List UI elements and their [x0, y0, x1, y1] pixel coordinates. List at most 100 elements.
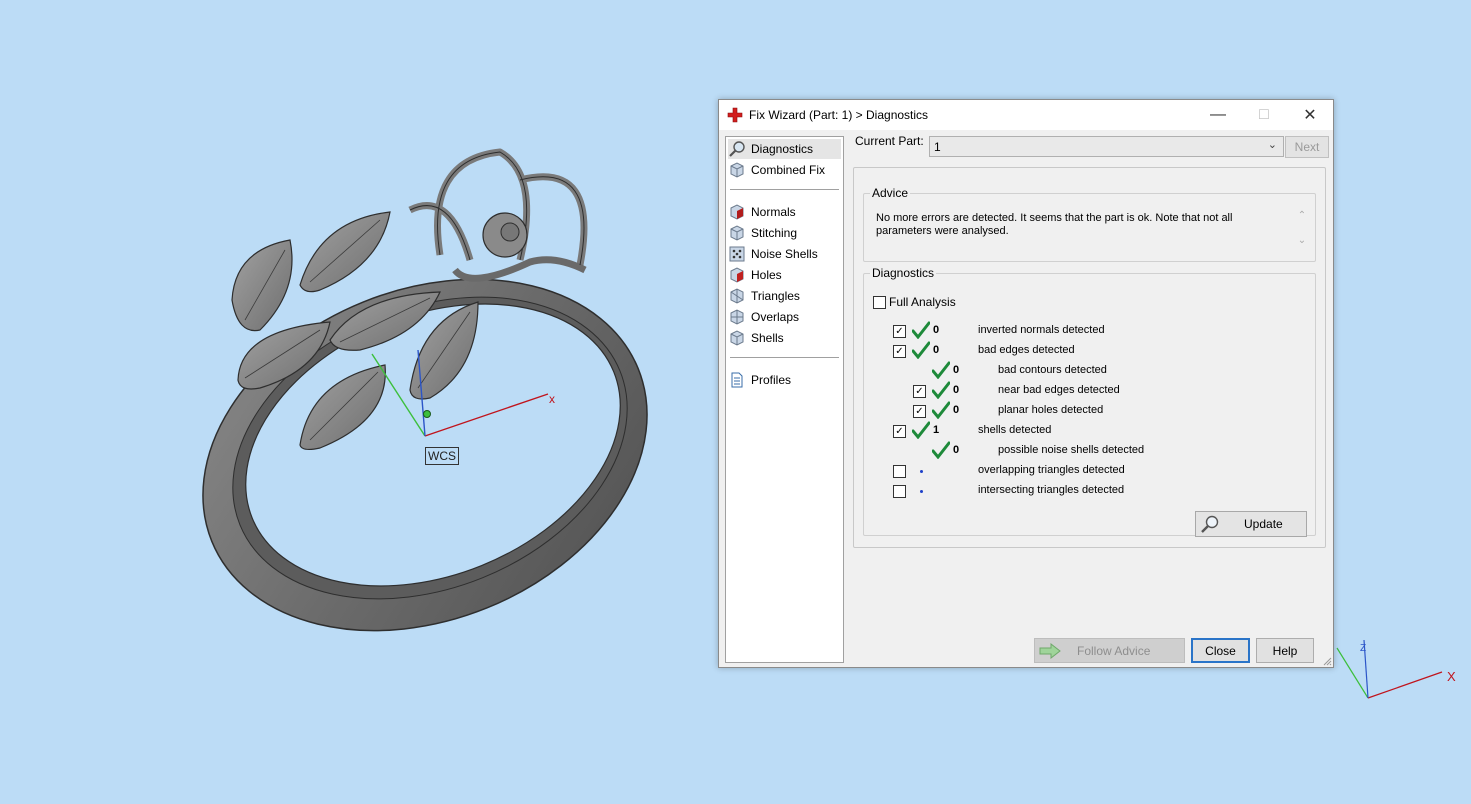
arrow-right-icon [1039, 642, 1061, 659]
triad-z-label: Z [1360, 643, 1366, 654]
advice-legend: Advice [872, 186, 909, 200]
magnifier-icon [729, 141, 745, 157]
help-button[interactable]: Help [1256, 638, 1314, 663]
nav-item-diagnostics[interactable]: Diagnostics [728, 139, 841, 159]
magnifier-icon [1201, 515, 1219, 533]
diagnostic-count: 0 [953, 404, 960, 416]
nav-item-label: Stitching [751, 226, 798, 240]
diagnostic-count: 0 [933, 324, 940, 336]
nav-item-stitching[interactable]: Stitching [728, 223, 801, 243]
nav-item-normals[interactable]: Normals [728, 202, 800, 222]
nav-item-shells[interactable]: Shells [728, 328, 788, 348]
full-analysis-label: Full Analysis [889, 295, 956, 309]
green-check-icon [912, 341, 930, 359]
triangles-cube-icon [730, 288, 744, 304]
advice-group: Advice No more errors are detected. It s… [863, 186, 1316, 262]
not-analysed-dot-icon [920, 490, 923, 493]
green-check-icon [932, 361, 950, 379]
nav-separator [730, 189, 839, 190]
triad-x-label: X [1447, 669, 1456, 684]
orientation-triad: X Z [1336, 639, 1456, 699]
diagnostic-label: shells detected [978, 424, 1052, 436]
update-label: Update [1244, 517, 1283, 531]
diagnostic-checkbox[interactable] [893, 465, 906, 478]
diagnostic-label: intersecting triangles detected [978, 484, 1125, 496]
not-analysed-dot-icon [920, 470, 923, 473]
diagnostics-group: Diagnostics Full Analysis ✓ 0 inverted nor… [863, 266, 1316, 537]
diagnostic-count: 0 [953, 364, 960, 376]
diagnostic-checkbox[interactable] [893, 485, 906, 498]
maximize-button[interactable]: □ [1241, 100, 1287, 130]
diagnostic-checkbox[interactable]: ✓ [913, 405, 926, 418]
current-part-label: Current Part: [855, 134, 924, 148]
nav-item-label: Profiles [751, 373, 792, 387]
wcs-x-label: x [549, 392, 555, 406]
nav-separator [730, 357, 839, 358]
holes-cube-icon [730, 267, 744, 283]
red-cross-icon [727, 107, 743, 123]
diagnostic-checkbox[interactable]: ✓ [893, 425, 906, 438]
nav-item-overlaps[interactable]: Overlaps [728, 307, 803, 327]
diagnostic-count: 1 [933, 424, 940, 436]
next-button[interactable]: Next [1285, 136, 1329, 158]
diagnostic-checkbox[interactable]: ✓ [893, 325, 906, 338]
wcs-label: WCS [425, 447, 459, 465]
nav-item-label: Triangles [751, 289, 800, 303]
wizard-nav: Diagnostics Combined Fix Normals Stitchi… [725, 136, 844, 663]
nav-item-holes[interactable]: Holes [728, 265, 786, 285]
fix-wizard-dialog: Fix Wizard (Part: 1) > Diagnostics — □ ✕… [718, 99, 1334, 668]
diagnostic-checkbox[interactable]: ✓ [893, 345, 906, 358]
resize-grip-icon[interactable] [1322, 656, 1332, 666]
nav-item-label: Normals [751, 205, 796, 219]
advice-scrollbar[interactable]: ⌃ ⌄ [1295, 210, 1309, 256]
green-check-icon [912, 321, 930, 339]
advice-text: No more errors are detected. It seems th… [876, 212, 1233, 237]
follow-advice-button[interactable]: Follow Advice [1034, 638, 1185, 663]
current-part-select[interactable]: 1 ⌄ [929, 136, 1284, 157]
scroll-down-icon[interactable]: ⌄ [1295, 235, 1309, 246]
minimize-button[interactable]: — [1195, 100, 1241, 130]
nav-item-label: Holes [751, 268, 782, 282]
update-button[interactable]: Update [1195, 511, 1307, 537]
nav-item-label: Noise Shells [751, 247, 818, 261]
nav-item-label: Diagnostics [751, 142, 814, 156]
nav-item-noise-shells[interactable]: Noise Shells [728, 244, 822, 264]
nav-item-label: Combined Fix [751, 163, 826, 177]
diagnostic-label: overlapping triangles detected [978, 464, 1125, 476]
diagnostic-label: bad edges detected [978, 344, 1075, 356]
diagnostic-label: inverted normals detected [978, 324, 1105, 336]
close-window-button[interactable]: ✕ [1287, 100, 1333, 130]
full-analysis-checkbox[interactable] [873, 296, 886, 309]
diagnostic-count: 0 [953, 384, 960, 396]
shells-cube-icon [730, 330, 744, 346]
nav-item-label: Overlaps [751, 310, 800, 324]
current-part-value: 1 [934, 140, 941, 154]
green-check-icon [932, 441, 950, 459]
diagnostic-count: 0 [933, 344, 940, 356]
diagnostic-label: near bad edges detected [998, 384, 1120, 396]
overlaps-cube-icon [730, 309, 744, 325]
diagnostic-label: planar holes detected [998, 404, 1104, 416]
noise-shells-icon [729, 246, 745, 262]
dialog-titlebar[interactable]: Fix Wizard (Part: 1) > Diagnostics — □ ✕ [719, 100, 1333, 130]
green-check-icon [932, 381, 950, 399]
normals-cube-icon [730, 204, 744, 220]
nav-item-combined-fix[interactable]: Combined Fix [728, 160, 829, 180]
document-icon [731, 372, 743, 388]
chevron-down-icon: ⌄ [1267, 139, 1277, 151]
nav-item-label: Shells [751, 331, 784, 345]
main-panel: Advice No more errors are detected. It s… [853, 167, 1326, 548]
diagnostic-checkbox[interactable]: ✓ [913, 385, 926, 398]
close-button[interactable]: Close [1191, 638, 1250, 663]
diagnostic-label: bad contours detected [998, 364, 1107, 376]
nav-item-triangles[interactable]: Triangles [728, 286, 804, 306]
scroll-up-icon[interactable]: ⌃ [1295, 210, 1309, 221]
ring-model[interactable] [150, 148, 700, 694]
green-check-icon [912, 421, 930, 439]
dialog-title: Fix Wizard (Part: 1) > Diagnostics [749, 108, 929, 122]
stitching-cube-icon [730, 225, 744, 241]
nav-item-profiles[interactable]: Profiles [728, 370, 795, 390]
diagnostic-label: possible noise shells detected [998, 444, 1145, 456]
green-check-icon [932, 401, 950, 419]
cube-icon [730, 162, 744, 178]
